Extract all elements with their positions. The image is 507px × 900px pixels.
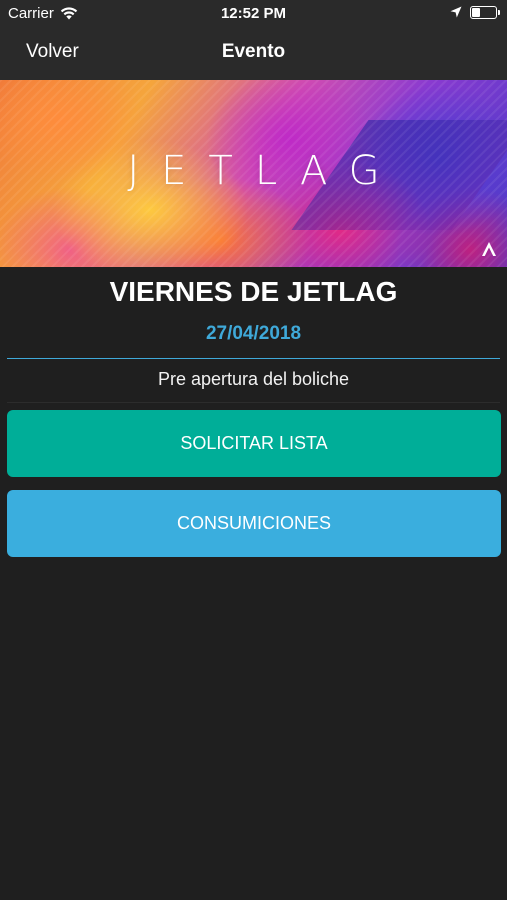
navigation-bar: Volver Evento	[0, 28, 507, 80]
event-screen: Carrier 12:52 PM Volver Evento JETLAG VI…	[0, 0, 507, 900]
battery-icon	[470, 6, 500, 19]
event-title: VIERNES DE JETLAG	[109, 276, 398, 307]
battery-level	[472, 8, 480, 17]
page-title: Evento	[221, 41, 286, 62]
status-right	[450, 5, 500, 19]
status-time: 12:52 PM	[220, 5, 287, 22]
description-divider	[7, 402, 500, 403]
status-bar: Carrier 12:52 PM	[0, 0, 507, 28]
location-arrow-icon	[450, 6, 462, 18]
request-list-button[interactable]: SOLICITAR LISTA	[7, 410, 501, 477]
consumptions-button[interactable]: CONSUMICIONES	[7, 490, 501, 557]
event-description: Pre apertura del boliche	[157, 369, 350, 389]
battery-tip	[498, 10, 500, 15]
event-date: 27/04/2018	[205, 323, 302, 344]
jetlag-logo-icon	[482, 242, 496, 256]
banner-logo-text: JETLAG	[127, 148, 402, 194]
event-banner-image: JETLAG	[0, 80, 507, 267]
date-divider	[7, 358, 500, 359]
